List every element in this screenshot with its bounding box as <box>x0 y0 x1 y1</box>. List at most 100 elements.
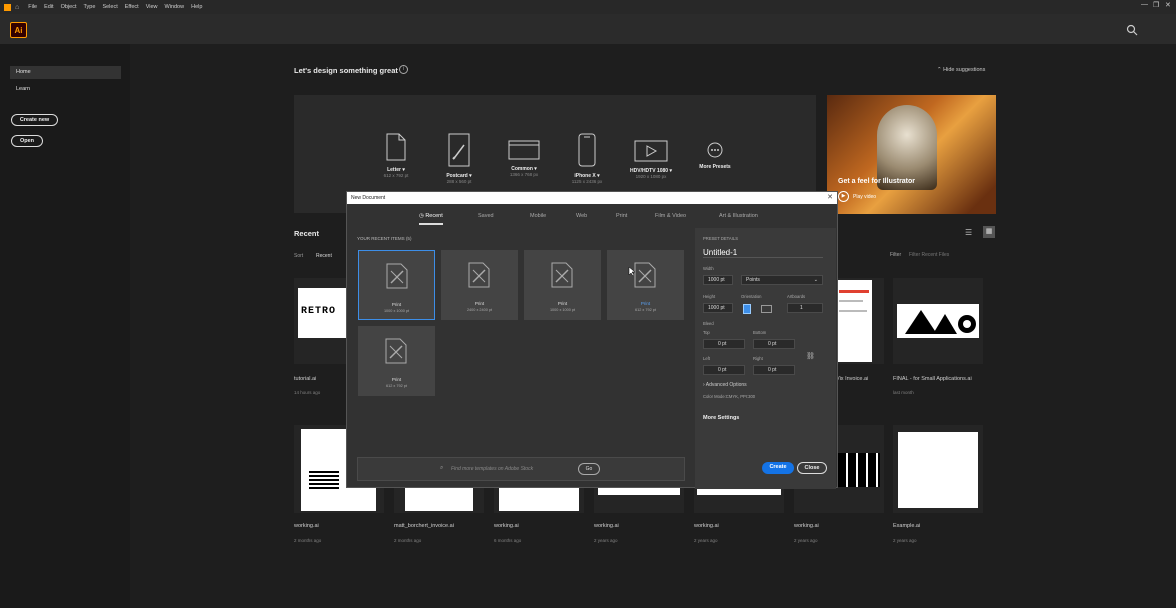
close-dialog-icon[interactable]: ✕ <box>827 192 833 204</box>
info-icon[interactable]: i <box>399 65 408 74</box>
postcard-brush-icon <box>448 133 470 167</box>
preset-iphone-x[interactable]: iPhone X ▾ 1125 x 2436 px <box>557 133 617 184</box>
width-input[interactable]: 1000 pt <box>703 275 733 285</box>
portrait-orientation-button[interactable] <box>743 304 751 314</box>
recent-items-count: (5) <box>405 236 412 241</box>
preset-letter[interactable]: Letter ▾ 612 x 792 pt <box>366 133 426 178</box>
document-pen-icon <box>551 262 573 288</box>
filter-input[interactable]: Filter Recent Files <box>909 250 979 260</box>
units-value: Points <box>746 277 760 283</box>
file-date: 6 months ago <box>494 538 522 543</box>
recent-file-card[interactable] <box>836 278 884 364</box>
file-name: working.ai <box>294 523 319 529</box>
menu-type[interactable]: Type <box>84 4 96 10</box>
menu-effect[interactable]: Effect <box>125 4 139 10</box>
preset-card-size: 612 x 792 pt <box>386 384 407 388</box>
preset-size: 612 x 792 pt <box>383 173 409 178</box>
filter-label: Filter <box>890 252 902 258</box>
file-date: 2 months ago <box>394 538 422 543</box>
menu-file[interactable]: File <box>28 4 37 10</box>
tab-mobile[interactable]: Mobile <box>530 213 546 219</box>
file-date: 2 years ago <box>694 538 718 543</box>
recent-preset-card[interactable]: Print 612 x 792 pt <box>607 250 684 320</box>
menu-view[interactable]: View <box>146 4 158 10</box>
file-thumbnail <box>836 453 880 487</box>
more-presets[interactable]: More Presets <box>685 142 745 170</box>
play-icon[interactable]: ▶ <box>838 191 849 202</box>
preset-hdv[interactable]: HDV/HDTV 1080 ▾ 1920 x 1080 px <box>621 140 681 179</box>
artboards-input[interactable]: 1 <box>787 303 823 313</box>
file-name: working.ai <box>594 523 619 529</box>
file-thumbnail <box>836 280 872 362</box>
menu-object[interactable]: Object <box>61 4 77 10</box>
file-date: last month <box>893 390 914 395</box>
sort-dropdown[interactable]: Recent <box>316 253 332 259</box>
height-input[interactable]: 1000 pt <box>703 303 733 313</box>
maximize-icon[interactable]: ❐ <box>1153 1 1159 9</box>
recent-preset-card[interactable]: Print 612 x 792 pt <box>358 326 435 396</box>
advanced-options-toggle[interactable]: › Advanced Options <box>703 382 747 388</box>
document-name-input[interactable]: Untitled-1 <box>703 248 823 258</box>
recent-preset-card[interactable]: Print 2400 x 2400 pt <box>441 250 518 320</box>
menu-select[interactable]: Select <box>102 4 117 10</box>
preset-postcard[interactable]: Postcard ▾ 288 x 560 pt <box>429 133 489 184</box>
preset-common[interactable]: Common ▾ 1366 x 768 px <box>494 140 554 177</box>
file-thumbnail <box>898 432 978 508</box>
screen-icon <box>508 140 540 160</box>
preset-card-title: Print <box>391 302 402 307</box>
document-pen-icon <box>468 262 490 288</box>
landscape-orientation-button[interactable] <box>761 305 772 313</box>
recent-preset-card[interactable]: Print 1000 x 1000 pt <box>358 250 435 320</box>
file-name: matt_borchert_invoice.ai <box>394 523 454 529</box>
preset-card-title: Print <box>391 377 402 382</box>
create-button[interactable]: Create <box>762 462 794 474</box>
bleed-left-input[interactable]: 0 pt <box>703 365 745 375</box>
bleed-top-input[interactable]: 0 pt <box>703 339 745 349</box>
go-button[interactable]: Go <box>578 463 600 475</box>
menu-help[interactable]: Help <box>191 4 202 10</box>
home-icon[interactable]: ⌂ <box>15 4 19 11</box>
hide-suggestions-link[interactable]: ⌃ Hide suggestions <box>937 67 985 73</box>
grid-view-icon[interactable]: ▦ <box>983 226 995 238</box>
recent-file-card[interactable] <box>893 425 983 513</box>
bleed-bottom-input[interactable]: 0 pt <box>753 339 795 349</box>
promo-video-card[interactable]: Get a feel for Illustrator ▶ Play video <box>827 95 996 214</box>
recent-file-card[interactable] <box>893 278 983 364</box>
tab-print[interactable]: Print <box>616 213 627 219</box>
tab-art-illustration[interactable]: Art & Illustration <box>719 213 758 219</box>
file-date: 2 years ago <box>893 538 917 543</box>
sidebar-item-learn[interactable]: Learn <box>10 83 121 96</box>
menu-edit[interactable]: Edit <box>44 4 53 10</box>
recent-items-text: YOUR RECENT ITEMS <box>357 236 405 241</box>
more-settings-link[interactable]: More Settings <box>703 415 739 421</box>
menu-window[interactable]: Window <box>165 4 185 10</box>
sidebar-item-home[interactable]: Home <box>10 66 121 79</box>
width-label: Width <box>703 266 714 271</box>
close-button[interactable]: Close <box>797 462 827 474</box>
open-button[interactable]: Open <box>11 135 43 147</box>
list-view-icon[interactable]: ☰ <box>965 228 972 237</box>
units-dropdown[interactable]: Points ⌄ <box>741 275 823 285</box>
tab-recent[interactable]: ◷ Recent <box>419 213 443 225</box>
bleed-right-label: Right <box>753 356 763 361</box>
stock-search-input[interactable]: Find more templates on Adobe Stock <box>451 466 533 472</box>
recent-file-card[interactable]: RETRO <box>294 278 352 364</box>
page-title: Let's design something great <box>294 66 398 75</box>
search-icon[interactable] <box>1126 24 1138 36</box>
recent-preset-card[interactable]: Print 1000 x 1000 pt <box>524 250 601 320</box>
tab-web[interactable]: Web <box>576 213 587 219</box>
create-new-button[interactable]: Create new <box>11 114 58 126</box>
new-document-dialog: New Document ✕ ◷ Recent Saved Mobile Web… <box>346 191 838 489</box>
tab-film-video[interactable]: Film & Video <box>655 213 686 219</box>
document-pen-icon <box>634 262 656 288</box>
link-icon[interactable]: ⛓ <box>806 352 815 360</box>
minimize-icon[interactable]: — <box>1141 1 1148 8</box>
bleed-left-label: Left <box>703 356 710 361</box>
preset-size: 1920 x 1080 px <box>635 174 667 179</box>
bleed-right-input[interactable]: 0 pt <box>753 365 795 375</box>
tab-saved[interactable]: Saved <box>478 213 494 219</box>
app-bar <box>0 14 1176 44</box>
preset-card-title: Print <box>557 301 568 306</box>
more-icon <box>707 142 723 158</box>
close-window-icon[interactable]: ✕ <box>1165 1 1171 9</box>
